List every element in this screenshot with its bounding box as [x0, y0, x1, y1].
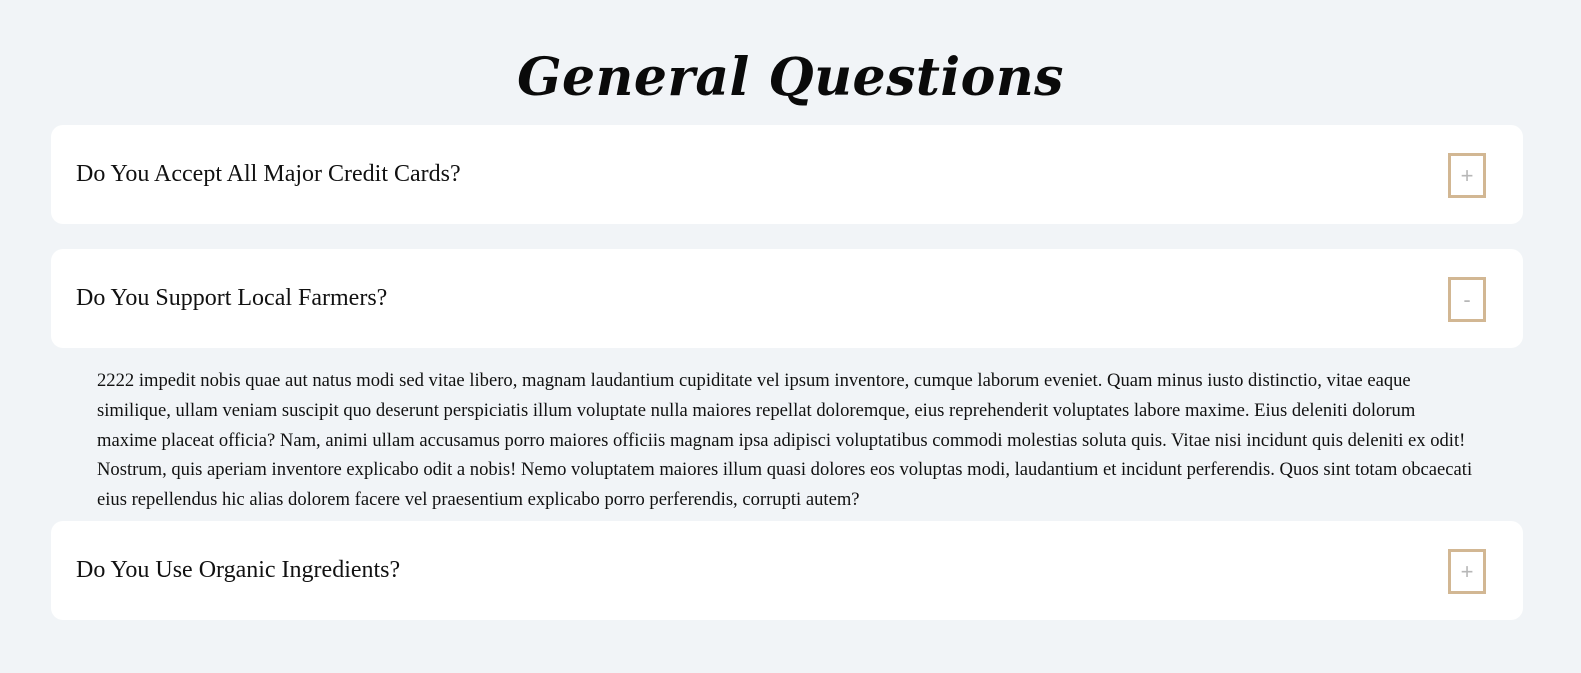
faq-question[interactable]: Do You Accept All Major Credit Cards? [76, 125, 461, 224]
faq-item-local-farmers[interactable]: Do You Support Local Farmers? - [51, 249, 1523, 348]
faq-question[interactable]: Do You Support Local Farmers? [76, 249, 387, 348]
faq-item-organic-ingredients[interactable]: Do You Use Organic Ingredients? + [51, 521, 1523, 620]
faq-question[interactable]: Do You Use Organic Ingredients? [76, 521, 400, 620]
faq-item-credit-cards[interactable]: Do You Accept All Major Credit Cards? + [51, 125, 1523, 224]
faq-answer: 2222 impedit nobis quae aut natus modi s… [97, 370, 1473, 511]
page-title: General Questions [517, 47, 1064, 108]
expand-toggle-button[interactable]: + [1448, 153, 1486, 198]
expand-toggle-button[interactable]: + [1448, 549, 1486, 594]
collapse-toggle-button[interactable]: - [1448, 277, 1486, 322]
